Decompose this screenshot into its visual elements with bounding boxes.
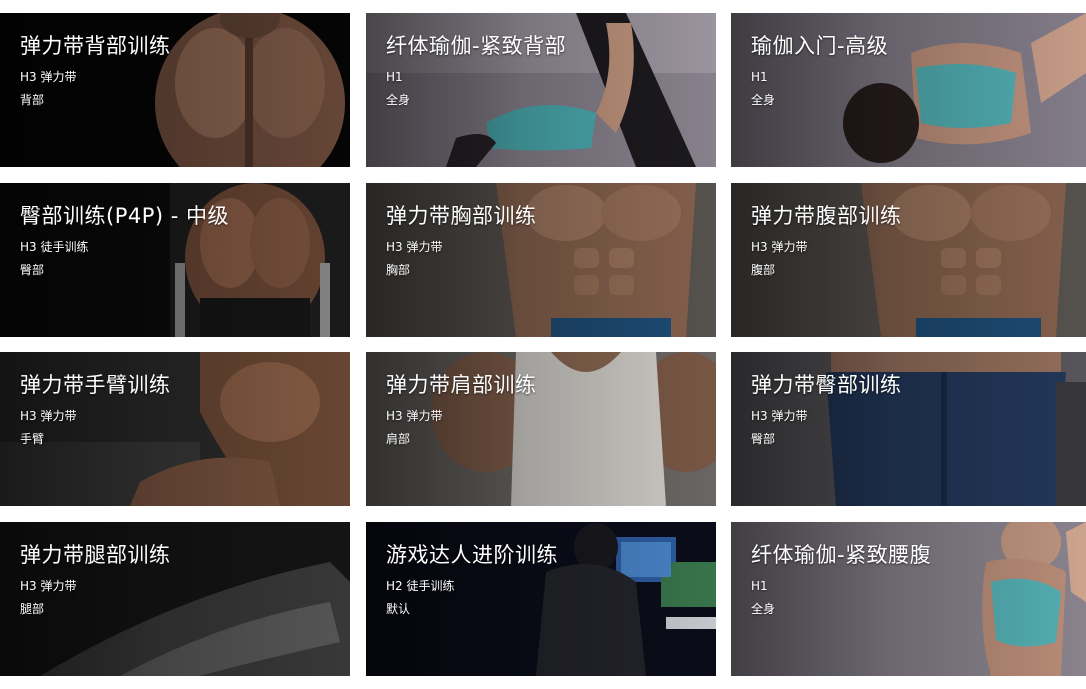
card-text: 弹力带臀部训练 H3 弹力带 臀部: [751, 370, 902, 447]
card-title: 弹力带肩部训练: [386, 373, 537, 397]
workout-card-gamer-advanced[interactable]: 游戏达人进阶训练 H2 徒手训练 默认: [366, 522, 716, 676]
card-text: 弹力带胸部训练 H3 弹力带 胸部: [386, 201, 537, 278]
workout-card-arms-band[interactable]: 弹力带手臂训练 H3 弹力带 手臂: [0, 352, 350, 506]
card-meta: H3 弹力带: [751, 240, 808, 254]
card-title: 弹力带臀部训练: [751, 373, 902, 397]
card-meta: H3 徒手训练: [20, 240, 89, 254]
card-text: 纤体瑜伽-紧致腰腹 H1 全身: [751, 540, 931, 617]
card-body-part: 腿部: [20, 602, 45, 616]
card-title: 瑜伽入门-高级: [751, 34, 889, 58]
card-body-part: 腹部: [751, 263, 776, 277]
card-meta: H3 弹力带: [386, 240, 443, 254]
card-text: 弹力带腹部训练 H3 弹力带 腹部: [751, 201, 902, 278]
workout-card-grid: 弹力带背部训练 H3 弹力带 背部 纤体瑜伽-紧致背部 H1 全身 瑜伽入门-高…: [0, 0, 1086, 689]
card-meta: H3 弹力带: [20, 579, 77, 593]
card-title: 弹力带腿部训练: [20, 543, 171, 567]
workout-card-glutes-band[interactable]: 弹力带臀部训练 H3 弹力带 臀部: [731, 352, 1086, 506]
card-meta: H1: [751, 70, 768, 84]
card-title: 弹力带胸部训练: [386, 204, 537, 228]
card-meta: H3 弹力带: [751, 409, 808, 423]
card-body-part: 默认: [386, 602, 411, 616]
workout-card-abs-band[interactable]: 弹力带腹部训练 H3 弹力带 腹部: [731, 183, 1086, 337]
card-meta: H1: [751, 579, 768, 593]
card-meta: H1: [386, 70, 403, 84]
card-body-part: 全身: [386, 93, 411, 107]
workout-card-legs-band[interactable]: 弹力带腿部训练 H3 弹力带 腿部: [0, 522, 350, 676]
card-title: 纤体瑜伽-紧致背部: [386, 34, 567, 58]
card-text: 弹力带背部训练 H3 弹力带 背部: [20, 31, 171, 108]
card-title: 臀部训练(P4P) - 中级: [20, 204, 230, 228]
workout-card-glutes-p4p[interactable]: 臀部训练(P4P) - 中级 H3 徒手训练 臀部: [0, 183, 350, 337]
card-text: 弹力带腿部训练 H3 弹力带 腿部: [20, 540, 171, 617]
workout-card-back-band[interactable]: 弹力带背部训练 H3 弹力带 背部: [0, 13, 350, 167]
card-body-part: 背部: [20, 93, 45, 107]
workout-card-yoga-waist[interactable]: 纤体瑜伽-紧致腰腹 H1 全身: [731, 522, 1086, 676]
workout-card-chest-band[interactable]: 弹力带胸部训练 H3 弹力带 胸部: [366, 183, 716, 337]
card-meta: H3 弹力带: [20, 70, 77, 84]
card-body-part: 胸部: [386, 263, 411, 277]
card-body-part: 全身: [751, 602, 776, 616]
card-text: 瑜伽入门-高级 H1 全身: [751, 31, 888, 108]
card-title: 弹力带腹部训练: [751, 204, 902, 228]
card-title: 弹力带背部训练: [20, 34, 171, 58]
card-body-part: 肩部: [386, 432, 411, 446]
card-title: 弹力带手臂训练: [20, 373, 171, 397]
card-body-part: 臀部: [751, 432, 776, 446]
card-body-part: 全身: [751, 93, 776, 107]
card-text: 纤体瑜伽-紧致背部 H1 全身: [386, 31, 566, 108]
workout-card-yoga-advanced[interactable]: 瑜伽入门-高级 H1 全身: [731, 13, 1086, 167]
card-body-part: 手臂: [20, 432, 45, 446]
card-text: 臀部训练(P4P) - 中级 H3 徒手训练 臀部: [20, 201, 229, 278]
workout-card-yoga-back[interactable]: 纤体瑜伽-紧致背部 H1 全身: [366, 13, 716, 167]
card-title: 游戏达人进阶训练: [386, 543, 558, 567]
card-title: 纤体瑜伽-紧致腰腹: [751, 543, 932, 567]
card-meta: H2 徒手训练: [386, 579, 455, 593]
card-text: 弹力带手臂训练 H3 弹力带 手臂: [20, 370, 171, 447]
workout-card-shoulders-band[interactable]: 弹力带肩部训练 H3 弹力带 肩部: [366, 352, 716, 506]
card-meta: H3 弹力带: [20, 409, 77, 423]
card-text: 游戏达人进阶训练 H2 徒手训练 默认: [386, 540, 558, 617]
card-text: 弹力带肩部训练 H3 弹力带 肩部: [386, 370, 537, 447]
card-meta: H3 弹力带: [386, 409, 443, 423]
card-body-part: 臀部: [20, 263, 45, 277]
